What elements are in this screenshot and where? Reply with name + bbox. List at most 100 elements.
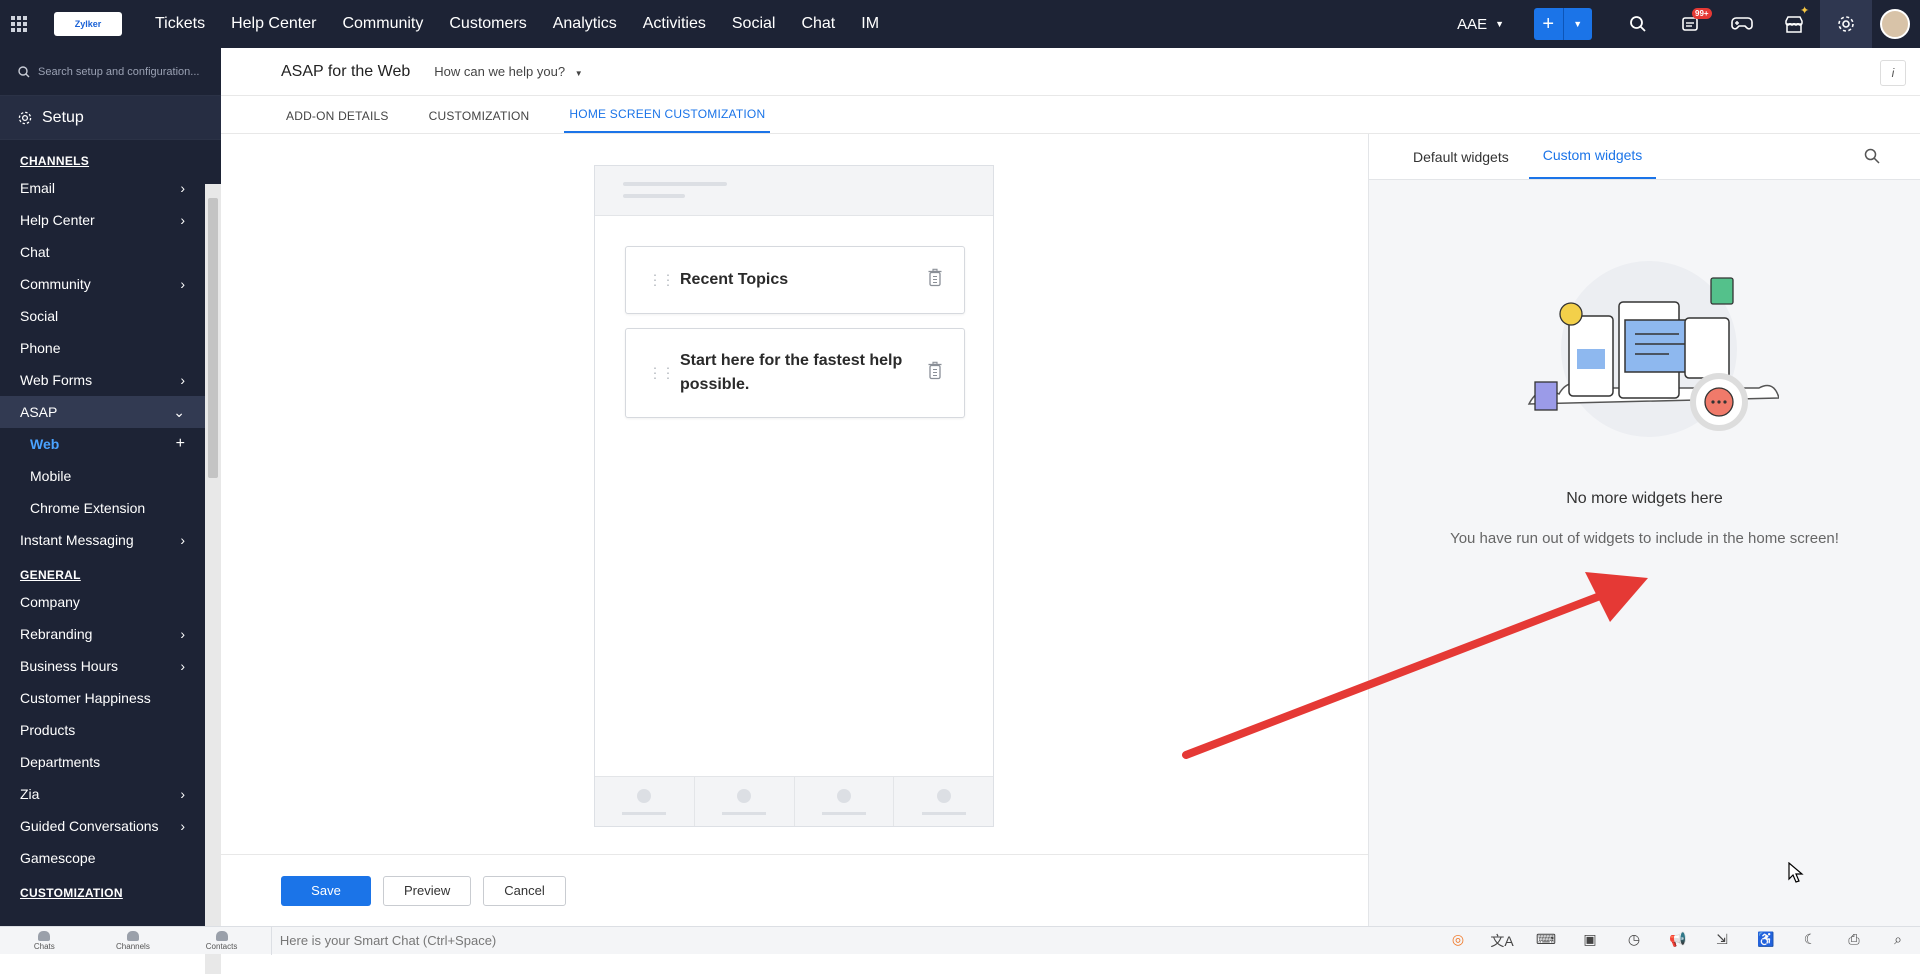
red-annotation-arrow-icon	[1182, 572, 1648, 759]
main-nav: Tickets Help Center Community Customers …	[142, 15, 892, 33]
tab-home-screen-customization[interactable]: HOME SCREEN CUSTOMIZATION	[564, 107, 771, 133]
sidebar-item-email[interactable]: Email ›	[0, 172, 205, 204]
drag-handle-icon[interactable]: ⋮⋮	[648, 273, 675, 287]
nav-social[interactable]: Social	[732, 15, 776, 33]
translate-icon[interactable]: 文A	[1480, 931, 1524, 951]
settings-gear-icon[interactable]	[1820, 0, 1872, 48]
sidebar-item-customer-happiness[interactable]: Customer Happiness	[0, 682, 205, 714]
sidebar-item-departments[interactable]: Departments	[0, 746, 205, 778]
page-tabs: ADD-ON DETAILS CUSTOMIZATION HOME SCREEN…	[221, 96, 1920, 134]
widget-title: Start here for the fastest help possible…	[680, 352, 903, 393]
save-button[interactable]: Save	[281, 875, 371, 906]
sidebar-item-products[interactable]: Products	[0, 714, 205, 746]
add-button[interactable]: + ▼	[1534, 8, 1592, 40]
info-button[interactable]: i	[1880, 60, 1906, 86]
sidebar-item-gamescope[interactable]: Gamescope	[0, 842, 205, 874]
page-title: ASAP for the Web	[281, 62, 411, 80]
announcement-icon[interactable]: 📢	[1656, 931, 1700, 951]
phone-tabbar-placeholder	[595, 776, 993, 826]
sidebar-item-phone[interactable]: Phone	[0, 332, 205, 364]
nav-analytics[interactable]: Analytics	[553, 15, 617, 33]
sidebar-item-web-forms[interactable]: Web Forms ›	[0, 364, 205, 396]
cancel-button[interactable]: Cancel	[483, 875, 566, 906]
bottom-contacts[interactable]: Contacts	[177, 927, 266, 955]
search-icon[interactable]: ⌕	[1876, 931, 1920, 951]
zia-icon[interactable]: ◎	[1436, 931, 1480, 951]
gamepad-icon[interactable]	[1716, 0, 1768, 48]
accessibility-icon[interactable]: ♿	[1744, 931, 1788, 951]
nav-help-center[interactable]: Help Center	[231, 15, 316, 33]
plus-icon[interactable]: +	[176, 435, 185, 453]
setup-home[interactable]: Setup	[0, 96, 221, 140]
sidebar-item-rebranding[interactable]: Rebranding ›	[0, 618, 205, 650]
widget-card[interactable]: ⋮⋮ Start here for the fastest help possi…	[625, 328, 965, 418]
preview-button[interactable]: Preview	[383, 875, 472, 906]
tab-custom-widgets[interactable]: Custom widgets	[1528, 147, 1657, 179]
sidebar-item-company[interactable]: Company	[0, 586, 205, 618]
marketplace-icon[interactable]: ✦	[1768, 0, 1820, 48]
tab-customization[interactable]: CUSTOMIZATION	[424, 109, 535, 133]
sidebar-item-asap-web[interactable]: Web +	[0, 428, 205, 460]
sidebar-item-social[interactable]: Social	[0, 300, 205, 332]
clock-icon[interactable]: ◷	[1612, 931, 1656, 951]
caret-down-icon[interactable]: ▼	[1564, 8, 1593, 40]
widget-card[interactable]: ⋮⋮ Recent Topics	[625, 246, 965, 314]
nav-chat[interactable]: Chat	[801, 15, 835, 33]
delete-icon[interactable]	[928, 361, 942, 385]
sidebar-item-zia[interactable]: Zia ›	[0, 778, 205, 810]
notifications-icon[interactable]: 99+	[1664, 0, 1716, 48]
bottom-tools: ◎ 文A ⌨ ▣ ◷ 📢 ⇲ ♿ ☾ ⎙ ⌕	[1436, 931, 1920, 951]
sidebar-item-asap[interactable]: ASAP ⌄	[0, 396, 205, 428]
sidebar-item-asap-mobile[interactable]: Mobile	[0, 460, 205, 492]
tab-add-on-details[interactable]: ADD-ON DETAILS	[281, 109, 394, 133]
setup-search-placeholder: Search setup and configuration...	[38, 65, 200, 78]
sidebar-item-instant-messaging[interactable]: Instant Messaging ›	[0, 524, 205, 556]
nav-activities[interactable]: Activities	[643, 15, 706, 33]
dark-mode-icon[interactable]: ☾	[1788, 931, 1832, 951]
sidebar-item-label: ASAP	[20, 404, 58, 420]
app-grid-icon[interactable]	[0, 0, 38, 48]
nav-customers[interactable]: Customers	[449, 15, 526, 33]
sidebar-item-label: Products	[20, 722, 76, 738]
channels-icon	[126, 930, 139, 941]
org-switcher[interactable]: AAE ▼	[1457, 16, 1504, 33]
search-icon	[18, 65, 30, 77]
search-icon[interactable]	[1612, 0, 1664, 48]
print-icon[interactable]: ⎙	[1832, 931, 1876, 951]
nav-tickets[interactable]: Tickets	[155, 15, 205, 33]
brand-logo-text: Zylker	[74, 19, 102, 29]
sidebar-item-help-center[interactable]: Help Center ›	[0, 204, 205, 236]
plus-icon[interactable]: +	[1534, 8, 1564, 40]
bottom-channels[interactable]: Channels	[89, 927, 178, 955]
drag-handle-icon[interactable]: ⋮⋮	[648, 366, 675, 380]
chevron-right-icon: ›	[180, 658, 185, 674]
help-dropdown[interactable]: How can we help you? ▼	[434, 64, 582, 79]
sidebar-item-business-hours[interactable]: Business Hours ›	[0, 650, 205, 682]
sidebar-scrollbar[interactable]	[205, 184, 221, 974]
calendar-icon[interactable]: ▣	[1568, 931, 1612, 951]
brand-logo[interactable]: Zylker	[54, 12, 122, 36]
sidebar-item-label: Social	[20, 308, 59, 324]
chevron-right-icon: ›	[180, 276, 185, 292]
scrollbar-thumb[interactable]	[208, 198, 218, 478]
sidebar-item-community[interactable]: Community ›	[0, 268, 205, 300]
smart-chat-input[interactable]: Here is your Smart Chat (Ctrl+Space)	[270, 926, 1436, 955]
bottom-chats[interactable]: Chats	[0, 927, 89, 955]
setup-search[interactable]: Search setup and configuration...	[0, 48, 221, 96]
sidebar-item-guided-conversations[interactable]: Guided Conversations ›	[0, 810, 205, 842]
mouse-pointer-icon	[1788, 862, 1804, 883]
search-icon[interactable]	[1850, 148, 1894, 181]
page-header: ASAP for the Web How can we help you? ▼ …	[221, 48, 1920, 96]
sidebar-item-label: Guided Conversations	[20, 818, 159, 834]
help-dropdown-value: How can we help you?	[434, 64, 566, 79]
nav-im[interactable]: IM	[861, 15, 879, 33]
sidebar-item-chat[interactable]: Chat	[0, 236, 205, 268]
user-avatar[interactable]	[1880, 9, 1910, 39]
tab-default-widgets[interactable]: Default widgets	[1399, 149, 1523, 179]
keyboard-icon[interactable]: ⌨	[1524, 931, 1568, 951]
delete-icon[interactable]	[928, 268, 942, 292]
export-icon[interactable]: ⇲	[1700, 931, 1744, 951]
sidebar-menu: CHANNELS Email › Help Center › Chat Commun…	[0, 142, 205, 926]
nav-community[interactable]: Community	[342, 15, 423, 33]
sidebar-item-asap-chrome-extension[interactable]: Chrome Extension	[0, 492, 205, 524]
